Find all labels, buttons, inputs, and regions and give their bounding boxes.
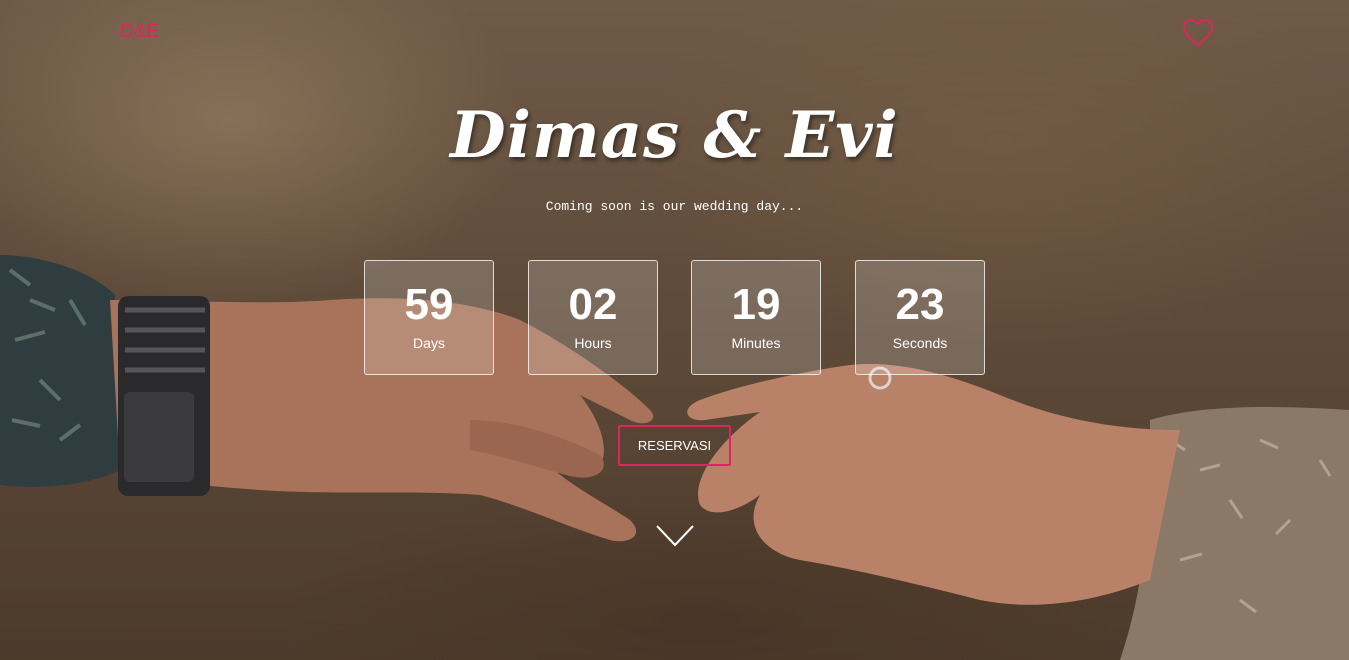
couple-names-title: Dimas & Evi [450,98,899,173]
countdown-minutes: 19 Minutes [691,260,821,375]
countdown-hours: 02 Hours [528,260,658,375]
countdown-days-value: 59 [404,280,454,329]
countdown-seconds-value: 23 [895,280,945,329]
brand-logo-link[interactable]: D&E [120,21,159,43]
wedding-subtitle: Coming soon is our wedding day... [545,199,804,214]
chevron-down-icon[interactable] [655,523,695,549]
reservation-button[interactable]: RESERVASI [618,425,731,466]
countdown-minutes-label: Minutes [731,335,781,351]
countdown-hours-label: Hours [574,335,612,351]
countdown-hours-value: 02 [568,280,618,329]
hero-section: D&E Dimas & Evi Coming soon is our weddi… [0,0,1349,660]
countdown-days: 59 Days [364,260,494,375]
countdown-minutes-value: 19 [731,280,781,329]
countdown-seconds: 23 Seconds [855,260,985,375]
countdown-seconds-label: Seconds [892,335,948,351]
countdown-days-label: Days [413,335,445,351]
heart-outline-icon[interactable] [1182,18,1214,48]
countdown-timer: 59 Days 02 Hours 19 Minutes 23 Seconds [364,260,985,375]
